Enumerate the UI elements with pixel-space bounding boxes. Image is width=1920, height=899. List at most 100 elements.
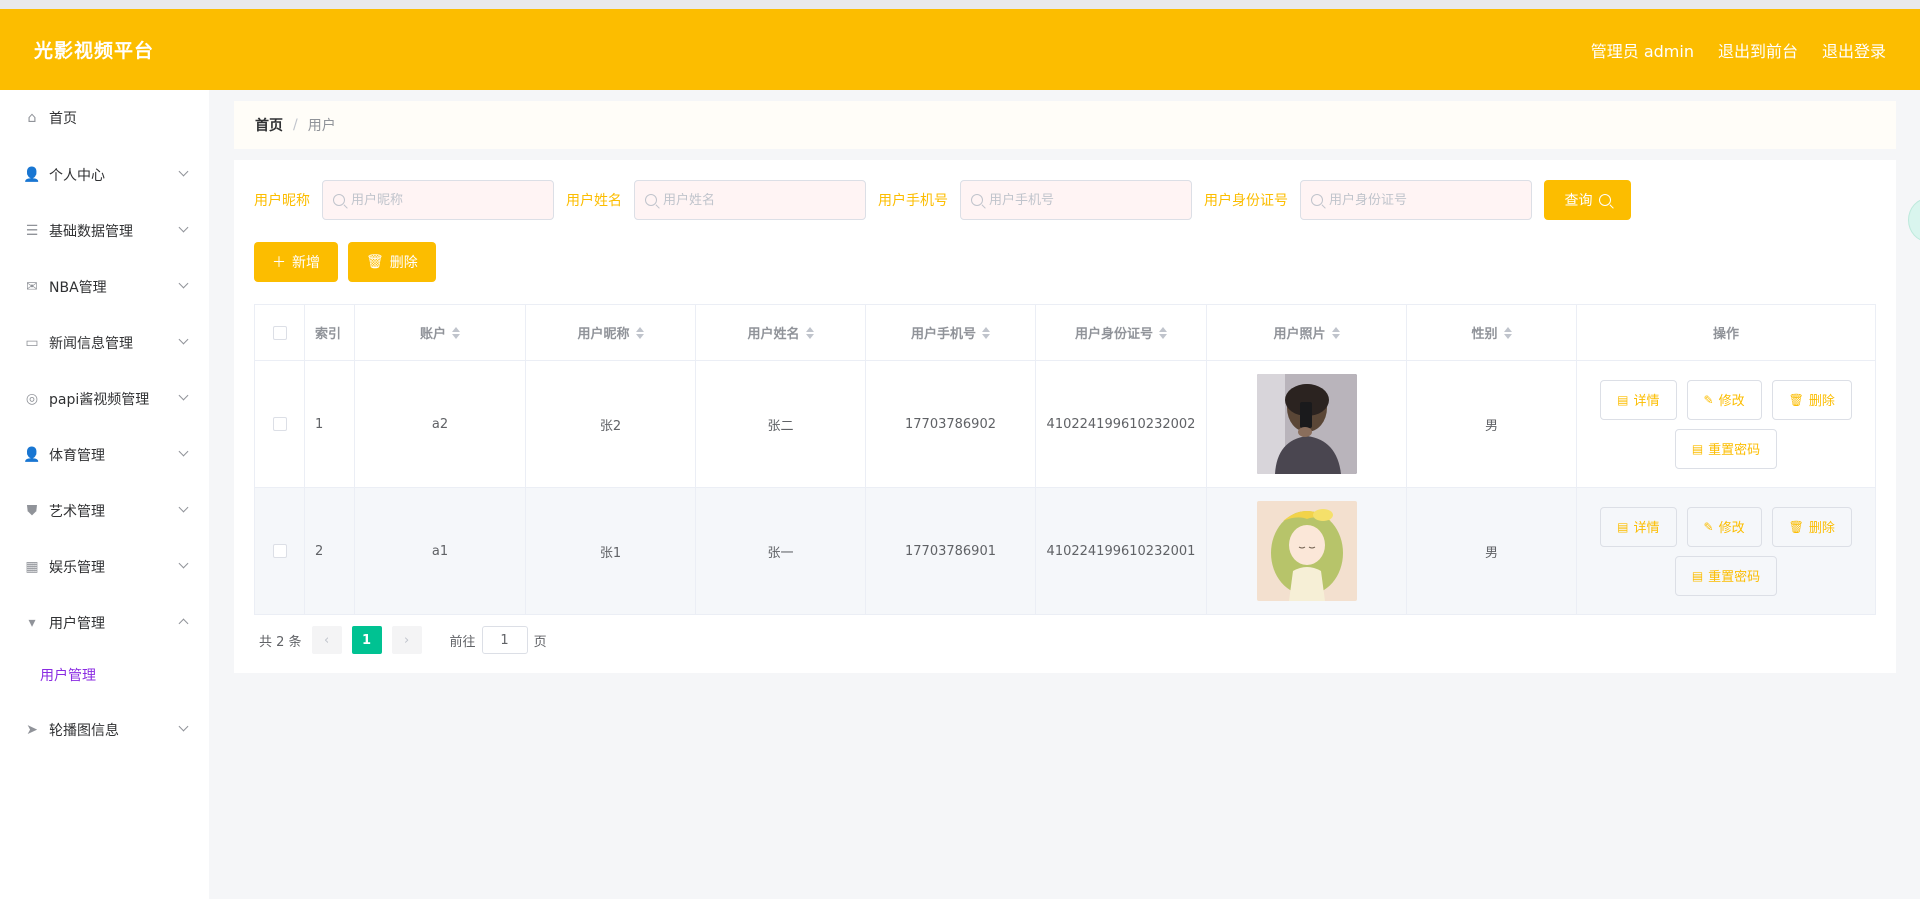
row-select-cell — [255, 488, 305, 614]
detail-button[interactable]: ▤ 详情 — [1600, 379, 1677, 420]
edit-button[interactable]: ✎ 修改 — [1686, 506, 1762, 547]
sidebar-item-basic-data[interactable]: ☰ 基础数据管理 — [0, 211, 209, 251]
document-icon: ▤ — [1691, 441, 1704, 456]
phone-label: 用户手机号 — [878, 193, 948, 209]
header-phone[interactable]: 用户手机号 — [866, 305, 1036, 360]
page-number-active[interactable]: 1 — [351, 626, 382, 654]
sidebar-item-sports[interactable]: 👤 体育管理 — [0, 435, 209, 475]
chevron-down-icon — [178, 278, 189, 289]
mail-icon: ✉ — [26, 279, 38, 295]
header-name[interactable]: 用户姓名 — [696, 305, 866, 360]
delete-button-label: 删除 — [389, 255, 418, 271]
name-input[interactable] — [663, 192, 853, 208]
cell-idcard: 410224199610232001 — [1036, 488, 1207, 614]
breadcrumb-home[interactable]: 首页 — [255, 115, 283, 135]
sidebar-item-papi[interactable]: ◎ papi酱视频管理 — [0, 379, 209, 419]
nickname-search-box[interactable] — [322, 180, 554, 220]
batch-delete-button[interactable]: 🗑 删除 — [348, 242, 436, 282]
admin-label[interactable]: 管理员 admin — [1591, 38, 1694, 62]
action-toolbar: ＋ 新增 🗑 删除 — [254, 242, 436, 282]
submenu-item-user-management[interactable]: 用户管理 — [0, 657, 209, 693]
chevron-down-icon — [178, 446, 189, 457]
delete-label: 删除 — [1808, 521, 1835, 536]
edit-icon: ✎ — [1703, 392, 1714, 407]
chevron-down-icon — [178, 502, 189, 513]
floating-assistant-bubble[interactable] — [1908, 198, 1920, 242]
select-all-cell — [255, 305, 305, 360]
name-search-box[interactable] — [634, 180, 866, 220]
cell-ops: ▤ 详情 ✎ 修改 🗑 删除 ▤ 重置密码 — [1577, 488, 1875, 614]
pagination: 共 2 条 ‹ 1 › 前往 页 — [259, 626, 547, 654]
exit-to-front-link[interactable]: 退出到前台 — [1718, 38, 1798, 62]
sidebar-item-label: 用户管理 — [49, 616, 105, 632]
search-bar: 用户昵称 用户姓名 用户手机号 用户身份证号 查询 — [254, 180, 1631, 220]
cell-name: 张二 — [696, 361, 866, 487]
cell-nickname: 张1 — [526, 488, 696, 614]
sidebar-item-news[interactable]: ▭ 新闻信息管理 — [0, 323, 209, 363]
stamp-icon: ⛊ — [26, 503, 38, 519]
home-icon: ⌂ — [27, 110, 37, 126]
cell-gender: 男 — [1407, 361, 1577, 487]
user-photo[interactable] — [1256, 374, 1357, 474]
phone-search-box[interactable] — [960, 180, 1192, 220]
sidebar-item-home[interactable]: ⌂ 首页 — [0, 98, 209, 138]
add-button[interactable]: ＋ 新增 — [254, 242, 338, 282]
detail-button[interactable]: ▤ 详情 — [1600, 506, 1677, 547]
search-icon — [971, 194, 983, 206]
header-links: 管理员 admin 退出到前台 退出登录 — [1591, 38, 1886, 62]
header-gender[interactable]: 性别 — [1407, 305, 1577, 360]
sidebar-item-user-management[interactable]: ▾ 用户管理 — [0, 603, 209, 643]
trash-icon: 🗑 — [1788, 519, 1804, 534]
main-card: 用户昵称 用户姓名 用户手机号 用户身份证号 查询 ＋ 新增 — [234, 160, 1896, 673]
edit-button[interactable]: ✎ 修改 — [1686, 379, 1762, 420]
idcard-search-box[interactable] — [1300, 180, 1532, 220]
sort-icon[interactable] — [1159, 326, 1167, 339]
sidebar-item-nba[interactable]: ✉ NBA管理 — [0, 267, 209, 307]
nickname-input[interactable] — [351, 192, 541, 208]
header-nickname[interactable]: 用户昵称 — [526, 305, 696, 360]
header-idcard[interactable]: 用户身份证号 — [1036, 305, 1207, 360]
sidebar-item-art[interactable]: ⛊ 艺术管理 — [0, 491, 209, 531]
app-header: 光影视频平台 管理员 admin 退出到前台 退出登录 — [0, 9, 1920, 90]
sort-icon[interactable] — [805, 326, 814, 339]
sidebar-item-personal[interactable]: 👤 个人中心 — [0, 155, 209, 195]
query-button[interactable]: 查询 — [1544, 180, 1631, 220]
delete-button[interactable]: 🗑 删除 — [1771, 506, 1852, 547]
select-all-checkbox[interactable] — [272, 325, 287, 340]
document-icon: ▤ — [1617, 519, 1629, 534]
chevron-down-icon — [178, 334, 189, 345]
edit-icon: ✎ — [1703, 519, 1714, 534]
search-icon — [1598, 194, 1611, 206]
table-row: 1 a2 张2 张二 17703786902 41022419961023200… — [255, 361, 1875, 488]
goto-page-input[interactable] — [481, 626, 528, 654]
idcard-input[interactable] — [1329, 192, 1519, 208]
table-row: 2 a1 张1 张一 17703786901 41022419961023200… — [255, 488, 1875, 614]
user-photo[interactable] — [1256, 501, 1357, 601]
next-page-button[interactable]: › — [391, 626, 422, 654]
prev-page-button[interactable]: ‹ — [311, 626, 342, 654]
row-checkbox[interactable] — [272, 417, 287, 431]
chevron-down-icon — [178, 166, 189, 177]
chevron-left-icon: ‹ — [323, 632, 330, 648]
sort-icon[interactable] — [635, 326, 644, 339]
header-ops: 操作 — [1712, 327, 1739, 342]
sort-icon[interactable] — [1503, 326, 1512, 339]
breadcrumb: 首页 / 用户 — [234, 101, 1896, 149]
header-account[interactable]: 账户 — [355, 305, 526, 360]
sort-icon[interactable] — [1331, 326, 1340, 339]
row-select-cell — [255, 361, 305, 487]
delete-button[interactable]: 🗑 删除 — [1771, 379, 1852, 420]
nickname-label: 用户昵称 — [254, 193, 310, 209]
search-icon — [1311, 194, 1323, 206]
reset-password-button[interactable]: ▤ 重置密码 — [1674, 428, 1778, 469]
logout-link[interactable]: 退出登录 — [1822, 38, 1886, 62]
header-photo[interactable]: 用户照片 — [1207, 305, 1407, 360]
sidebar-item-carousel[interactable]: ➤ 轮播图信息 — [0, 710, 209, 750]
trash-icon: 🗑 — [1788, 392, 1804, 407]
row-checkbox[interactable] — [272, 544, 287, 558]
phone-input[interactable] — [989, 192, 1179, 208]
sort-icon[interactable] — [452, 326, 460, 339]
sidebar-item-entertainment[interactable]: ▦ 娱乐管理 — [0, 547, 209, 587]
sort-icon[interactable] — [982, 326, 990, 339]
reset-password-button[interactable]: ▤ 重置密码 — [1674, 555, 1778, 596]
